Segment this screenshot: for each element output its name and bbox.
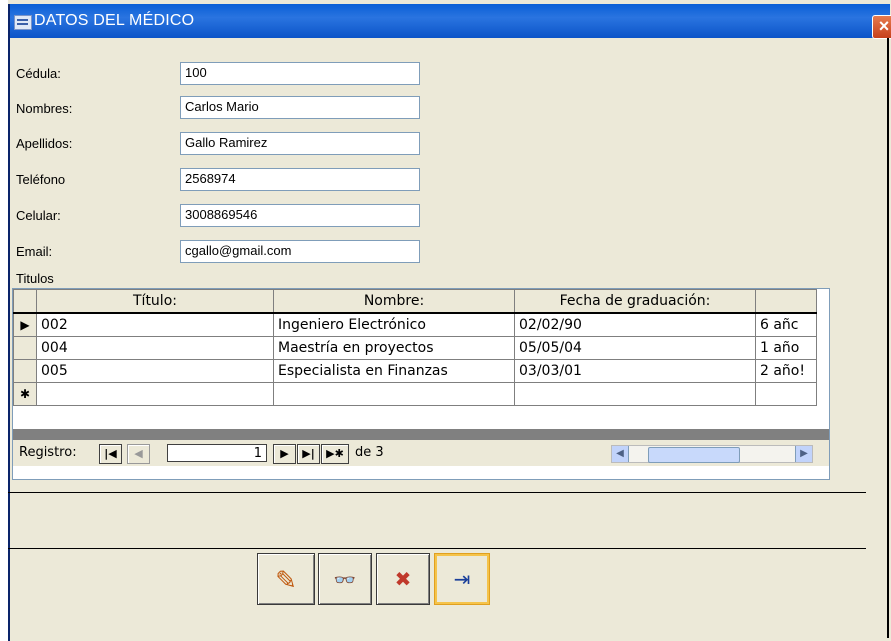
search-button[interactable]: 👓: [318, 553, 372, 605]
apellidos-label: Apellidos:: [16, 136, 73, 151]
cell-nombre[interactable]: Maestría en proyectos: [273, 336, 515, 360]
delete-button[interactable]: ✖: [376, 553, 430, 605]
email-field[interactable]: cgallo@gmail.com: [180, 240, 420, 263]
pencil-icon: ✎: [275, 565, 297, 595]
cell-titulo[interactable]: 002: [36, 312, 274, 337]
row-selector[interactable]: [13, 359, 37, 383]
record-number-input[interactable]: 1: [167, 444, 267, 462]
window-title: DATOS DEL MÉDICO: [34, 12, 195, 29]
apellidos-field[interactable]: Gallo Ramirez: [180, 132, 420, 155]
new-record-row[interactable]: ✱: [13, 382, 817, 406]
celular-field[interactable]: 3008869546: [180, 204, 420, 227]
window-right-border: [887, 38, 889, 638]
row-selector[interactable]: ▶: [13, 312, 37, 337]
table-row[interactable]: ▶ 002 Ingeniero Electrónico 02/02/90 6 a…: [13, 312, 817, 337]
scroll-right-arrow-icon[interactable]: ▶: [795, 446, 812, 462]
nombres-label: Nombres:: [16, 101, 73, 116]
record-navigator: Registro: |◀ ◀ 1 ▶ ▶| ▶✱ de 3 ◀ ▶: [13, 440, 829, 466]
cell-fecha[interactable]: 05/05/04: [514, 336, 756, 360]
column-header-nombre[interactable]: Nombre:: [273, 289, 515, 314]
cell-titulo[interactable]: 004: [36, 336, 274, 360]
grid-header-row: Título: Nombre: Fecha de graduación:: [13, 289, 817, 314]
column-header-fecha[interactable]: Fecha de graduación:: [514, 289, 756, 314]
previous-record-button[interactable]: ◀: [127, 444, 150, 464]
cell-fecha[interactable]: 03/03/01: [514, 359, 756, 383]
cell-fecha[interactable]: 02/02/90: [514, 312, 756, 337]
titulos-label: Titulos: [16, 271, 54, 286]
grid-empty-area: [13, 429, 829, 440]
cell-nombre[interactable]: Ingeniero Electrónico: [273, 312, 515, 337]
cedula-field[interactable]: 100: [180, 62, 420, 85]
titulos-subform: Título: Nombre: Fecha de graduación: ▶ 0…: [12, 288, 830, 480]
exit-door-icon: ⇥: [453, 569, 471, 591]
footer-divider: [8, 548, 866, 549]
email-label: Email:: [16, 244, 53, 259]
horizontal-scrollbar[interactable]: ◀ ▶: [611, 445, 813, 463]
form-icon: [14, 15, 32, 30]
row-selector[interactable]: [13, 336, 37, 360]
table-row[interactable]: 005 Especialista en Finanzas 03/03/01 2 …: [13, 359, 817, 383]
scroll-left-arrow-icon[interactable]: ◀: [612, 446, 629, 462]
section-divider: [8, 492, 866, 493]
nombres-field[interactable]: Carlos Mario: [180, 96, 420, 119]
cell-nombre[interactable]: Especialista en Finanzas: [273, 359, 515, 383]
next-record-button[interactable]: ▶: [273, 444, 296, 464]
edit-button[interactable]: ✎: [257, 553, 315, 605]
cedula-label: Cédula:: [16, 66, 61, 81]
cell-fecha[interactable]: [514, 382, 756, 406]
left-margin: [0, 0, 8, 641]
first-record-button[interactable]: |◀: [99, 444, 122, 464]
telefono-field[interactable]: 2568974: [180, 168, 420, 191]
column-header-titulo[interactable]: Título:: [36, 289, 274, 314]
delete-icon: ✖: [394, 569, 412, 591]
cell-nombre[interactable]: [273, 382, 515, 406]
new-record-button[interactable]: ▶✱: [321, 444, 349, 464]
column-header-extra[interactable]: [755, 289, 817, 314]
cell-titulo[interactable]: [36, 382, 274, 406]
telefono-label: Teléfono: [16, 172, 66, 187]
new-record-selector[interactable]: ✱: [13, 382, 37, 406]
table-row[interactable]: 004 Maestría en proyectos 05/05/04 1 año: [13, 336, 817, 360]
scrollbar-thumb[interactable]: [648, 447, 740, 463]
navigator-label: Registro:: [19, 445, 77, 460]
title-bar: DATOS DEL MÉDICO ×: [10, 4, 891, 39]
cell-extra[interactable]: 2 año!: [755, 359, 817, 383]
cell-extra[interactable]: 6 añc: [755, 312, 817, 337]
celular-label: Celular:: [16, 208, 61, 223]
row-selector-header: [13, 289, 37, 314]
close-button[interactable]: ×: [872, 15, 891, 39]
last-record-button[interactable]: ▶|: [297, 444, 320, 464]
record-count: de 3: [355, 445, 384, 460]
binoculars-icon: 👓: [333, 570, 357, 590]
exit-button[interactable]: ⇥: [434, 553, 490, 605]
cell-extra[interactable]: 1 año: [755, 336, 817, 360]
cell-extra[interactable]: [755, 382, 817, 406]
titulos-grid: Título: Nombre: Fecha de graduación: ▶ 0…: [13, 289, 817, 406]
cell-titulo[interactable]: 005: [36, 359, 274, 383]
